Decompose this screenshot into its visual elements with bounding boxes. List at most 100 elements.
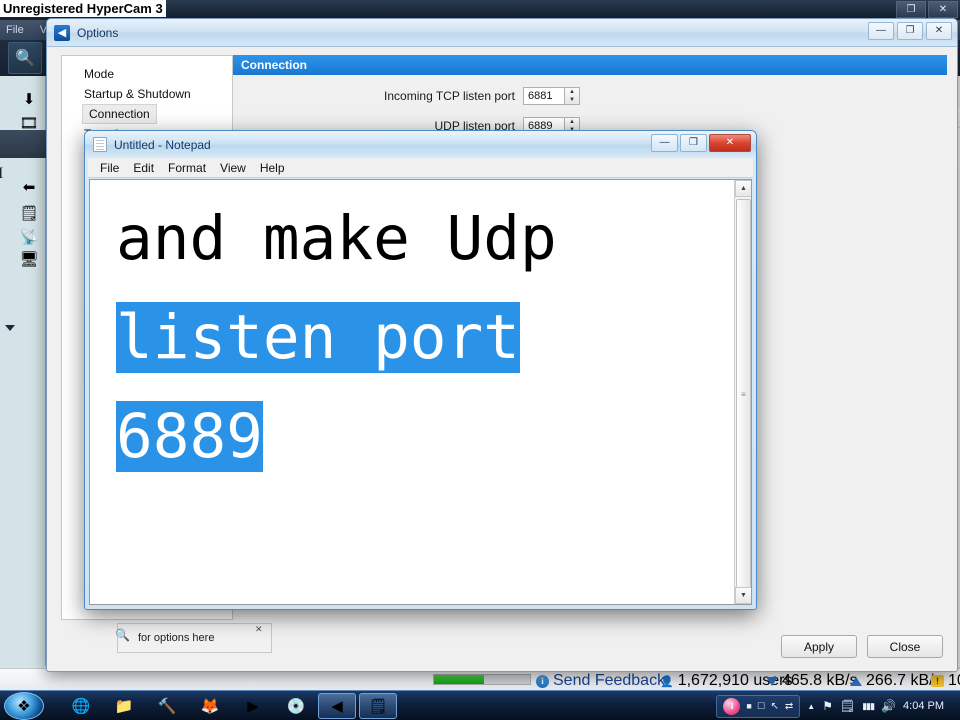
notepad-text-content: and make Udp listen port 6889 [90, 180, 751, 486]
hypercam-tray-controls[interactable]: ‖ ■ □ ↖ ⇄ [716, 694, 801, 718]
pane-header-connection: Connection [233, 55, 947, 75]
upload-speed-item: 266.7 kB/s [850, 672, 942, 690]
hypercam-watermark: Unregistered HyperCam 3 [0, 0, 166, 17]
sidebar-active-row [0, 130, 46, 158]
sidebar-item-startup-shutdown[interactable]: Startup & Shutdown [62, 84, 232, 104]
scroll-up-arrow-icon[interactable]: ▲ [735, 180, 751, 197]
taskbar-media-player-icon[interactable]: ▶ [234, 693, 272, 719]
hypercam-frame-icon[interactable]: □ [758, 700, 765, 712]
news-pane-icon[interactable]: 🗒 [18, 202, 40, 224]
notepad-window-controls: — ❐ ✕ [651, 134, 751, 152]
notepad-vertical-scrollbar[interactable]: ▲ ≡ ▼ [734, 180, 751, 604]
show-hidden-icons-icon[interactable]: ▲ [807, 702, 815, 711]
notepad-line-1: and make Udp [116, 203, 557, 274]
options-titlebar[interactable]: ◀ Options — ❐ ✕ [47, 19, 957, 47]
app-sidebar: ⬇ 🎞 ⬅ 🗒 📡 🖥 [0, 76, 46, 666]
tcp-port-spin-down-icon[interactable]: ▼ [565, 96, 579, 104]
send-feedback-item[interactable]: i Send Feedback [536, 672, 665, 690]
options-action-buttons: Apply Close [781, 635, 943, 658]
taskbar: ❖ 🌐 📁 🔨 🦊 ▶ 💿 ◀ 🗒 ‖ ■ □ ↖ ⇄ ▲ ⚑ 🗒 ▮▮▮ 🔊 … [0, 690, 960, 720]
action-center-icon[interactable]: 🗒 [840, 699, 855, 713]
volume-icon[interactable]: 🔊 [881, 699, 896, 713]
text-cursor-icon: I [0, 165, 4, 182]
notepad-menu-edit[interactable]: Edit [133, 161, 154, 175]
rss-feed-icon[interactable]: 📡 [18, 226, 40, 248]
utorrent-icon: ◀ [54, 24, 70, 41]
upload-arrow-icon [850, 676, 862, 686]
system-tray: ‖ ■ □ ↖ ⇄ ▲ ⚑ 🗒 ▮▮▮ 🔊 4:04 PM [716, 693, 944, 719]
app-restore-button[interactable]: ❐ [896, 1, 926, 18]
taskbar-clock[interactable]: 4:04 PM [903, 700, 944, 712]
media-film-icon[interactable]: 🎞 [18, 112, 40, 134]
start-button-icon[interactable]: ❖ [4, 692, 44, 720]
udp-port-spin-up-icon[interactable]: ▲ [565, 118, 579, 126]
notepad-maximize-button[interactable]: ❐ [680, 134, 707, 152]
options-title-label: Options [77, 25, 119, 40]
notepad-titlebar[interactable]: Untitled - Notepad — ❐ ✕ [85, 131, 756, 158]
transfer-progress-fill [434, 675, 484, 684]
monitor-device-icon[interactable]: 🖥 [18, 248, 40, 270]
notepad-menubar: File Edit Format View Help [88, 158, 753, 178]
tcp-port-label: Incoming TCP listen port [384, 89, 515, 103]
notepad-menu-view[interactable]: View [220, 161, 246, 175]
info-icon: i [536, 674, 549, 688]
blue-arrow-icon[interactable]: ⬅ [18, 176, 40, 198]
hypercam-stop-icon[interactable]: ■ [746, 701, 751, 711]
users-icon: 👤 [660, 675, 674, 688]
download-speed-item: 465.8 kB/s [766, 672, 858, 690]
tcp-port-input[interactable]: 6881 [523, 87, 565, 105]
notepad-icon [93, 137, 107, 152]
taskbar-ie-icon[interactable]: 🌐 [62, 693, 100, 719]
taskbar-app-icon[interactable]: 🔨 [148, 693, 186, 719]
transfer-progress-bar [433, 674, 531, 685]
network-signal-icon[interactable]: ▮▮▮ [862, 701, 875, 712]
download-arrow-icon[interactable]: ⬇ [18, 88, 40, 110]
app-menu-file[interactable]: File [6, 24, 24, 36]
tooltip-magnifier-icon: 🔍 [115, 628, 130, 642]
warning-count-label: 10 [948, 672, 960, 689]
field-row-tcp-port: Incoming TCP listen port 6881 ▲ ▼ [233, 87, 947, 105]
notepad-menu-format[interactable]: Format [168, 161, 206, 175]
sidebar-item-mode[interactable]: Mode [62, 64, 232, 84]
app-close-button[interactable]: ✕ [928, 1, 958, 18]
options-close-button[interactable]: ✕ [926, 22, 952, 40]
notepad-minimize-button[interactable]: — [651, 134, 678, 152]
sidebar-expand-caret-icon[interactable] [5, 325, 15, 331]
options-maximize-button[interactable]: ❐ [897, 22, 923, 40]
taskbar-disc-icon[interactable]: 💿 [277, 693, 315, 719]
notepad-window: Untitled - Notepad — ❐ ✕ File Edit Forma… [84, 130, 757, 610]
send-feedback-link[interactable]: Send Feedback [553, 672, 665, 690]
warning-icon: ! [931, 675, 944, 687]
hypercam-cursor-icon[interactable]: ↖ [771, 701, 779, 712]
notepad-menu-help[interactable]: Help [260, 161, 285, 175]
screen-root: ❐ ✕ File V 🔍 ⬇ 🎞 ⬅ 🗒 📡 🖥 I Peers 43 (79 [0, 0, 960, 720]
scroll-down-arrow-icon[interactable]: ▼ [735, 587, 751, 604]
notepad-text-area[interactable]: and make Udp listen port 6889 ▲ ≡ ▼ [89, 179, 752, 605]
notepad-line-2-selected: listen port [116, 301, 520, 373]
notepad-menu-file[interactable]: File [100, 161, 119, 175]
hypercam-swap-icon[interactable]: ⇄ [785, 701, 793, 712]
options-tooltip-label: for options here [138, 632, 215, 644]
sidebar-item-connection[interactable]: Connection [82, 104, 157, 124]
flag-action-center-icon[interactable]: ⚑ [822, 699, 833, 713]
options-minimize-button[interactable]: — [868, 22, 894, 40]
tcp-port-spin-buttons[interactable]: ▲ ▼ [565, 87, 580, 105]
scrollbar-thumb[interactable]: ≡ [736, 199, 751, 589]
apply-button[interactable]: Apply [781, 635, 857, 658]
taskbar-firefox-icon[interactable]: 🦊 [191, 693, 229, 719]
tcp-port-stepper[interactable]: 6881 ▲ ▼ [523, 87, 580, 105]
notepad-close-button[interactable]: ✕ [709, 134, 751, 152]
search-icon[interactable]: 🔍 [8, 42, 42, 74]
hypercam-record-icon[interactable]: ‖ [723, 697, 741, 715]
download-speed-label: 465.8 kB/s [782, 672, 858, 689]
app-window-controls: ❐ ✕ [896, 1, 958, 18]
options-tooltip: for options here [117, 623, 272, 653]
taskbar-explorer-icon[interactable]: 📁 [105, 693, 143, 719]
taskbar-notepad-icon[interactable]: 🗒 [359, 693, 397, 719]
taskbar-utorrent-icon[interactable]: ◀ [318, 693, 356, 719]
warning-item[interactable]: ! 10 [931, 672, 960, 690]
download-arrow-icon [766, 676, 778, 686]
close-button[interactable]: Close [867, 635, 943, 658]
tooltip-close-icon[interactable]: ✕ [255, 624, 263, 635]
tcp-port-spin-up-icon[interactable]: ▲ [565, 88, 579, 96]
